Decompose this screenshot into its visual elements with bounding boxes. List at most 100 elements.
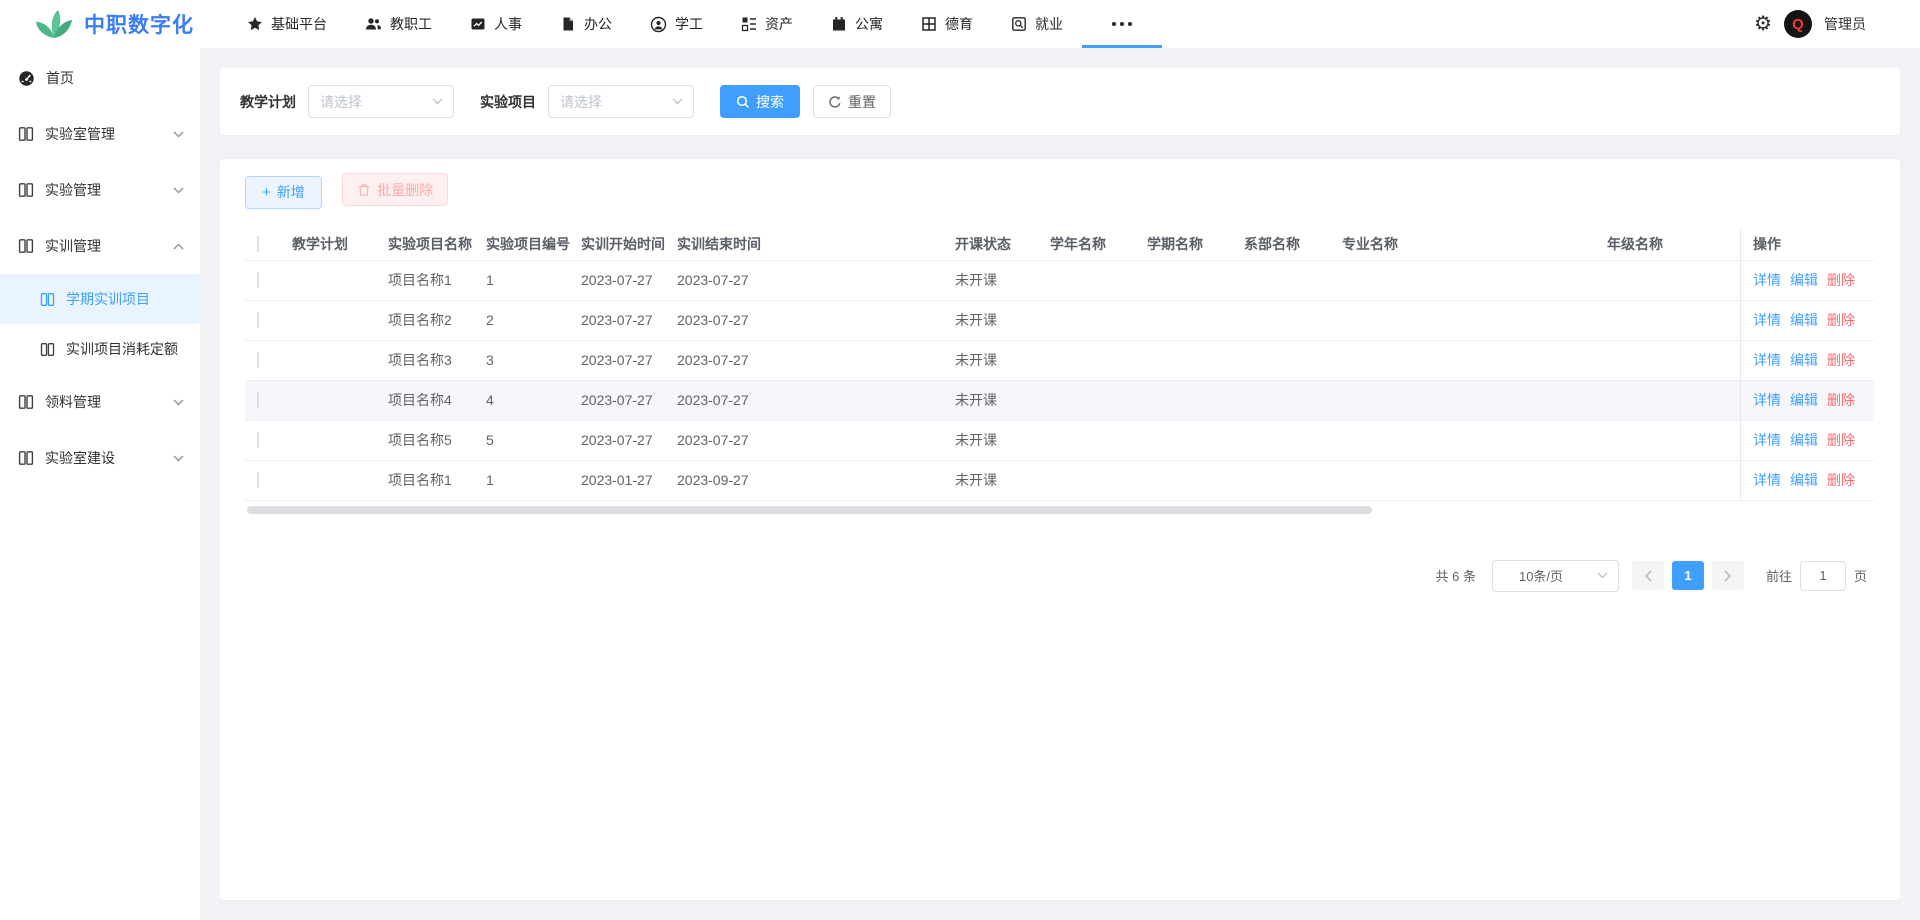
- row-checkbox[interactable]: [257, 432, 259, 448]
- nav-item-employment[interactable]: 就业: [992, 0, 1082, 48]
- chevron-right-icon: [1724, 570, 1732, 582]
- book-icon: [18, 182, 34, 198]
- next-page-button[interactable]: [1712, 561, 1744, 590]
- chevron-down-icon: [1597, 572, 1608, 579]
- book-icon: [40, 342, 55, 357]
- col-header-dept: 系部名称: [1244, 234, 1342, 254]
- nav-item-moral[interactable]: 德育: [902, 0, 992, 48]
- star-icon: [247, 16, 263, 32]
- table-row: 项目名称2 2 2023-07-27 2023-07-27 未开课 详情 编辑 …: [245, 301, 1874, 341]
- chevron-down-icon: [672, 98, 683, 105]
- main-content: 教学计划 请选择 实验项目 请选择 搜索 重置 +: [200, 48, 1920, 920]
- row-checkbox[interactable]: [257, 352, 259, 368]
- horizontal-scrollbar[interactable]: [247, 506, 1372, 514]
- select-all-checkbox[interactable]: [257, 236, 259, 252]
- sidebar-item-training-mgmt[interactable]: 实训管理: [0, 218, 200, 274]
- office-doc-icon: [560, 16, 576, 32]
- search-button[interactable]: 搜索: [720, 85, 800, 118]
- detail-link[interactable]: 详情: [1753, 430, 1781, 450]
- col-header-project-code: 实验项目编号: [486, 234, 581, 254]
- detail-link[interactable]: 详情: [1753, 310, 1781, 330]
- top-nav-menu: 基础平台 教职工 人事 办公 学工 资产: [228, 0, 1162, 48]
- detail-link[interactable]: 详情: [1753, 350, 1781, 370]
- row-checkbox[interactable]: [257, 472, 259, 488]
- prev-page-button[interactable]: [1632, 561, 1664, 590]
- employment-search-icon: [1011, 16, 1027, 32]
- delete-link[interactable]: 删除: [1827, 310, 1855, 330]
- top-navbar: 中职数字化 基础平台 教职工 人事 办公 学工: [0, 0, 1920, 48]
- sidebar-item-lab-room-mgmt[interactable]: 实验室管理: [0, 106, 200, 162]
- sidebar-item-material-mgmt[interactable]: 领料管理: [0, 374, 200, 430]
- detail-link[interactable]: 详情: [1753, 470, 1781, 490]
- detail-link[interactable]: 详情: [1753, 270, 1781, 290]
- chevron-down-icon: [173, 187, 184, 194]
- filter-bar: 教学计划 请选择 实验项目 请选择 搜索 重置: [220, 68, 1900, 135]
- table-panel: + 新增 批量删除 教学计划 实验项目名称 实验项目编号 实训开始时间 实训结束…: [220, 159, 1900, 900]
- reset-button[interactable]: 重置: [813, 85, 891, 118]
- admin-username[interactable]: 管理员: [1824, 14, 1866, 34]
- table-toolbar: + 新增 批量删除: [245, 173, 1875, 209]
- assets-tree-icon: [741, 16, 757, 32]
- chevron-down-icon: [173, 131, 184, 138]
- gear-icon[interactable]: ⚙: [1754, 14, 1772, 34]
- delete-link[interactable]: 删除: [1827, 390, 1855, 410]
- book-icon: [18, 394, 34, 410]
- search-icon: [736, 95, 750, 109]
- project-select[interactable]: 请选择: [548, 85, 694, 118]
- nav-item-platform[interactable]: 基础平台: [228, 0, 346, 48]
- row-checkbox[interactable]: [257, 312, 259, 328]
- edit-link[interactable]: 编辑: [1790, 390, 1818, 410]
- delete-link[interactable]: 删除: [1827, 470, 1855, 490]
- chevron-down-icon: [432, 98, 443, 105]
- current-page-button[interactable]: 1: [1672, 561, 1704, 590]
- edit-link[interactable]: 编辑: [1790, 270, 1818, 290]
- delete-link[interactable]: 删除: [1827, 270, 1855, 290]
- batch-delete-button[interactable]: 批量删除: [342, 173, 448, 206]
- page-unit-label: 页: [1854, 566, 1867, 585]
- chevron-up-icon: [173, 243, 184, 250]
- edit-link[interactable]: 编辑: [1790, 470, 1818, 490]
- sidebar-item-experiment-mgmt[interactable]: 实验管理: [0, 162, 200, 218]
- nav-item-office[interactable]: 办公: [541, 0, 631, 48]
- nav-item-more[interactable]: [1082, 0, 1162, 48]
- avatar[interactable]: Q: [1784, 10, 1812, 38]
- nav-item-staff[interactable]: 教职工: [346, 0, 451, 48]
- training-projects-table: 教学计划 实验项目名称 实验项目编号 实训开始时间 实训结束时间 开课状态 学年…: [245, 228, 1874, 501]
- sidebar: 首页 实验室管理 实验管理 实训管理 学期实训项目 实训项目消耗定额 领: [0, 48, 200, 920]
- sidebar-item-lab-construction[interactable]: 实验室建设: [0, 430, 200, 486]
- plus-icon: +: [262, 184, 271, 201]
- detail-link[interactable]: 详情: [1753, 390, 1781, 410]
- moral-grid-icon: [921, 16, 937, 32]
- edit-link[interactable]: 编辑: [1790, 310, 1818, 330]
- horizontal-scrollbar-track: [245, 506, 1740, 514]
- plan-select[interactable]: 请选择: [308, 85, 454, 118]
- plan-filter-label: 教学计划: [240, 92, 296, 112]
- table-row: 项目名称4 4 2023-07-27 2023-07-27 未开课 详情 编辑 …: [245, 381, 1874, 421]
- chevron-down-icon: [173, 399, 184, 406]
- add-button[interactable]: + 新增: [245, 176, 322, 209]
- goto-page-input[interactable]: [1800, 561, 1846, 591]
- col-header-start-time: 实训开始时间: [581, 234, 677, 254]
- row-checkbox[interactable]: [257, 392, 259, 408]
- page-size-select[interactable]: 10条/页: [1492, 560, 1619, 592]
- nav-item-apartment[interactable]: 公寓: [812, 0, 902, 48]
- edit-link[interactable]: 编辑: [1790, 350, 1818, 370]
- plant-logo-icon: [34, 8, 74, 40]
- brand-logo[interactable]: 中职数字化: [0, 8, 212, 40]
- nav-item-hr[interactable]: 人事: [451, 0, 541, 48]
- col-header-year: 学年名称: [1050, 234, 1147, 254]
- table-row: 项目名称5 5 2023-07-27 2023-07-27 未开课 详情 编辑 …: [245, 421, 1874, 461]
- nav-item-assets[interactable]: 资产: [722, 0, 812, 48]
- refresh-icon: [828, 95, 842, 109]
- edit-link[interactable]: 编辑: [1790, 430, 1818, 450]
- delete-link[interactable]: 删除: [1827, 430, 1855, 450]
- col-header-status: 开课状态: [955, 234, 1050, 254]
- sidebar-item-home[interactable]: 首页: [0, 50, 200, 106]
- sidebar-item-training-consumption-quota[interactable]: 实训项目消耗定额: [0, 324, 200, 374]
- row-checkbox[interactable]: [257, 272, 259, 288]
- sidebar-item-semester-training-projects[interactable]: 学期实训项目: [0, 274, 200, 324]
- nav-item-student[interactable]: 学工: [631, 0, 722, 48]
- delete-link[interactable]: 删除: [1827, 350, 1855, 370]
- col-header-actions: 操作: [1740, 228, 1874, 260]
- table-row: 项目名称1 1 2023-01-27 2023-09-27 未开课 详情 编辑 …: [245, 461, 1874, 501]
